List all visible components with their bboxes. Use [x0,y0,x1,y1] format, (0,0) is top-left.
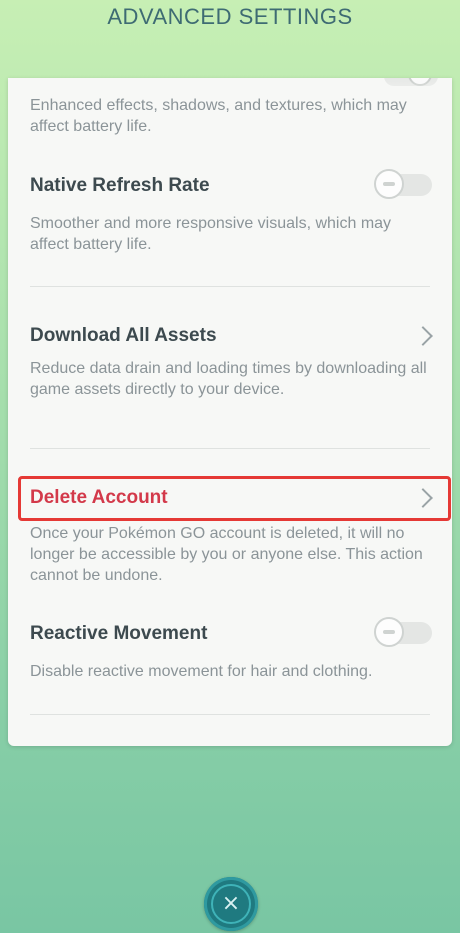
download-all-assets-title[interactable]: Download All Assets [30,325,217,347]
close-icon: × [221,891,241,916]
divider [30,714,430,715]
native-refresh-rate-toggle[interactable] [374,169,432,199]
page-title: ADVANCED SETTINGS [107,4,353,29]
divider [30,286,430,287]
toggle-knob [374,617,404,647]
delete-account-highlight [18,476,451,521]
close-button[interactable]: × [204,877,258,931]
native-refresh-rate-title: Native Refresh Rate [30,175,210,196]
effects-description: Enhanced effects, shadows, and textures,… [30,97,407,135]
divider [30,448,430,449]
reactive-movement-toggle[interactable] [374,617,432,647]
reactive-movement-title: Reactive Movement [30,623,208,644]
native-refresh-rate-description: Smoother and more responsive visuals, wh… [30,215,392,253]
settings-panel: Enhanced effects, shadows, and textures,… [8,78,452,746]
toggle-knob [374,169,404,199]
reactive-movement-description: Disable reactive movement for hair and c… [30,663,373,680]
chevron-right-icon[interactable] [413,326,433,346]
download-all-assets-description: Reduce data drain and loading times by d… [30,360,427,398]
delete-account-description: Once your Pokémon GO account is deleted,… [30,525,423,584]
